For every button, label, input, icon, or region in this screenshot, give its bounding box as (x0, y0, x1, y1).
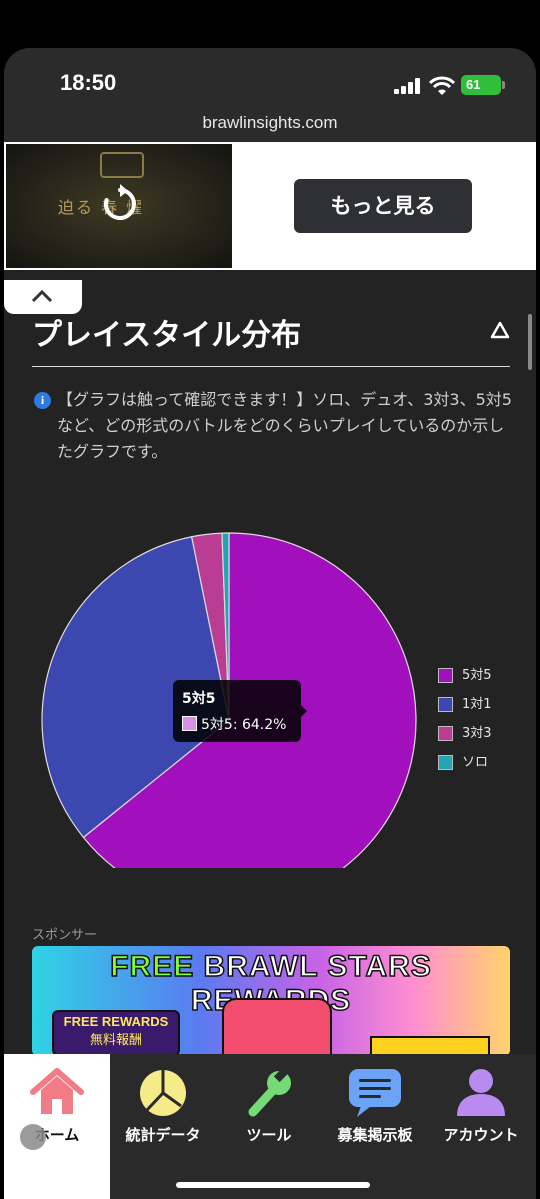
tooltip-title: 5対5 (182, 691, 216, 707)
sponsor-rewards-badge: FREE REWARDS 無料報酬 (52, 1010, 180, 1056)
floating-menu-button[interactable] (20, 1124, 46, 1150)
section-title: プレイスタイル分布 (32, 318, 302, 353)
sponsor-cta-button[interactable] (370, 1036, 490, 1056)
wrench-icon (248, 1067, 291, 1117)
sponsor-headline-free: FREE (109, 949, 195, 984)
home-icon (30, 1068, 84, 1114)
status-time: 18:50 (60, 70, 117, 95)
ad-collapse-tab[interactable] (4, 280, 82, 314)
battery-icon: 61 (461, 75, 501, 95)
battery-level: 61 (466, 77, 481, 92)
legend-swatch (438, 755, 453, 770)
nav-board[interactable]: 募集掲示板 (322, 1054, 428, 1199)
bottom-nav: ホーム 統計データ ツール 募集掲示板 アカウント (4, 1054, 536, 1199)
nav-home[interactable]: ホーム (4, 1054, 110, 1199)
legend-label: ソロ (462, 755, 489, 770)
legend-label: 3対3 (462, 726, 492, 741)
nav-stats[interactable]: 統計データ (110, 1054, 216, 1199)
nav-account[interactable]: アカウント (428, 1054, 534, 1199)
url-bar[interactable]: brawlinsights.com (4, 108, 536, 142)
message-board-icon (349, 1069, 401, 1117)
legend-swatch (438, 668, 453, 683)
ad-video-thumbnail[interactable]: 迫る 春 燿 (6, 144, 232, 268)
chevron-up-icon (31, 289, 53, 303)
sponsor-banner[interactable]: FREE BRAWL STARS REWARDS FREE REWARDS 無料… (32, 946, 510, 1056)
phone-screen: 18:50 61 brawlinsights.com 迫る 春 燿 もっと見る (4, 48, 536, 1199)
nav-label-board: 募集掲示板 (337, 1126, 413, 1144)
title-divider (32, 366, 510, 367)
sponsor-label: スポンサー (32, 928, 98, 943)
legend-swatch (438, 726, 453, 741)
cellular-signal-icon (394, 78, 420, 94)
legend-swatch (438, 697, 453, 712)
nav-label-account: アカウント (443, 1126, 519, 1144)
legend-label: 1対1 (462, 697, 492, 712)
sponsor-badge-line2: 無料報酬 (89, 1033, 142, 1048)
nav-label-stats: 統計データ (125, 1126, 201, 1144)
playstyle-pie-chart[interactable]: 5対5 1対1 3対3 ソロ (4, 478, 536, 868)
scrollbar[interactable] (528, 314, 532, 370)
sponsor-badge-line1: FREE REWARDS (63, 1014, 169, 1029)
sponsor-artwork (222, 998, 332, 1056)
tooltip-value: 5対5: 64.2% (201, 717, 287, 733)
wifi-icon (429, 76, 455, 95)
ad-game-logo (100, 152, 144, 178)
replay-icon[interactable] (100, 184, 140, 224)
tooltip-swatch (182, 716, 197, 731)
section-description: 【グラフは触って確認できます！】ソロ、デュオ、3対3、5対5など、どの形式のバト… (57, 390, 512, 461)
nav-label-tools: ツール (246, 1126, 292, 1144)
ad-more-button[interactable]: もっと見る (294, 179, 472, 233)
info-icon: i (34, 392, 51, 409)
home-indicator[interactable] (176, 1182, 370, 1188)
battery-tip (502, 81, 505, 89)
nav-tools[interactable]: ツール (216, 1054, 322, 1199)
collapse-triangle-icon[interactable] (490, 320, 510, 340)
pie-svg[interactable] (4, 478, 434, 868)
pie-chart-icon (140, 1070, 186, 1116)
chart-tooltip: 5対5 5対5: 64.2% (173, 680, 307, 742)
user-icon (457, 1069, 505, 1116)
url-text: brawlinsights.com (202, 113, 338, 132)
status-bar: 18:50 61 (4, 48, 536, 108)
ad-banner[interactable]: 迫る 春 燿 もっと見る (4, 142, 536, 270)
legend-label: 5対5 (462, 668, 492, 683)
